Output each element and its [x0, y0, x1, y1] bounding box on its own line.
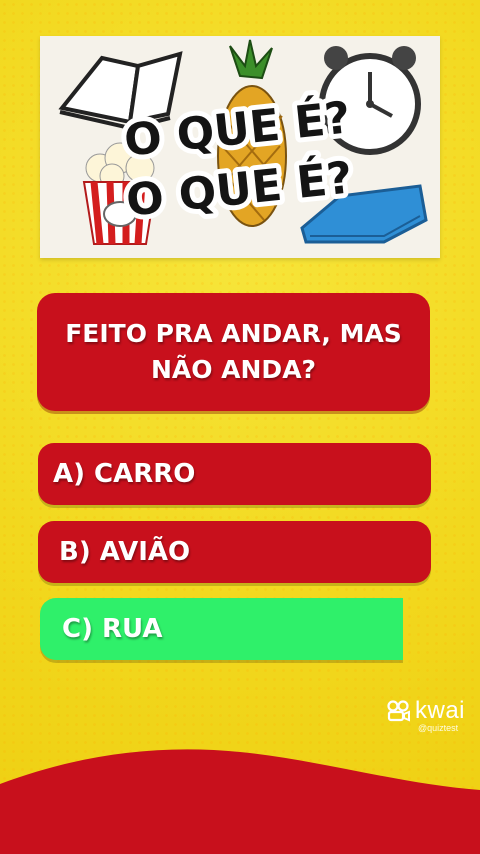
quiz-banner-image: O QUE É? O QUE É? O QUE É? O QUE É? — [40, 36, 440, 258]
option-a-label: A) CARRO — [53, 459, 196, 489]
kwai-logo-icon — [387, 700, 410, 722]
kwai-brand-text: kwai — [415, 697, 466, 724]
option-a-button[interactable]: A) CARRO — [38, 443, 431, 505]
option-b-label: B) AVIÃO — [59, 537, 191, 567]
option-c-label: C) RUA — [62, 614, 163, 644]
bottom-wave — [0, 749, 480, 854]
option-b-button[interactable]: B) AVIÃO — [38, 521, 431, 583]
question-box: FEITO PRA ANDAR, MAS NÃO ANDA? — [37, 293, 430, 411]
option-c-button-correct[interactable]: C) RUA — [40, 598, 403, 660]
kwai-watermark: kwai @quiztest — [386, 697, 470, 733]
question-text: FEITO PRA ANDAR, MAS NÃO ANDA? — [65, 318, 402, 384]
